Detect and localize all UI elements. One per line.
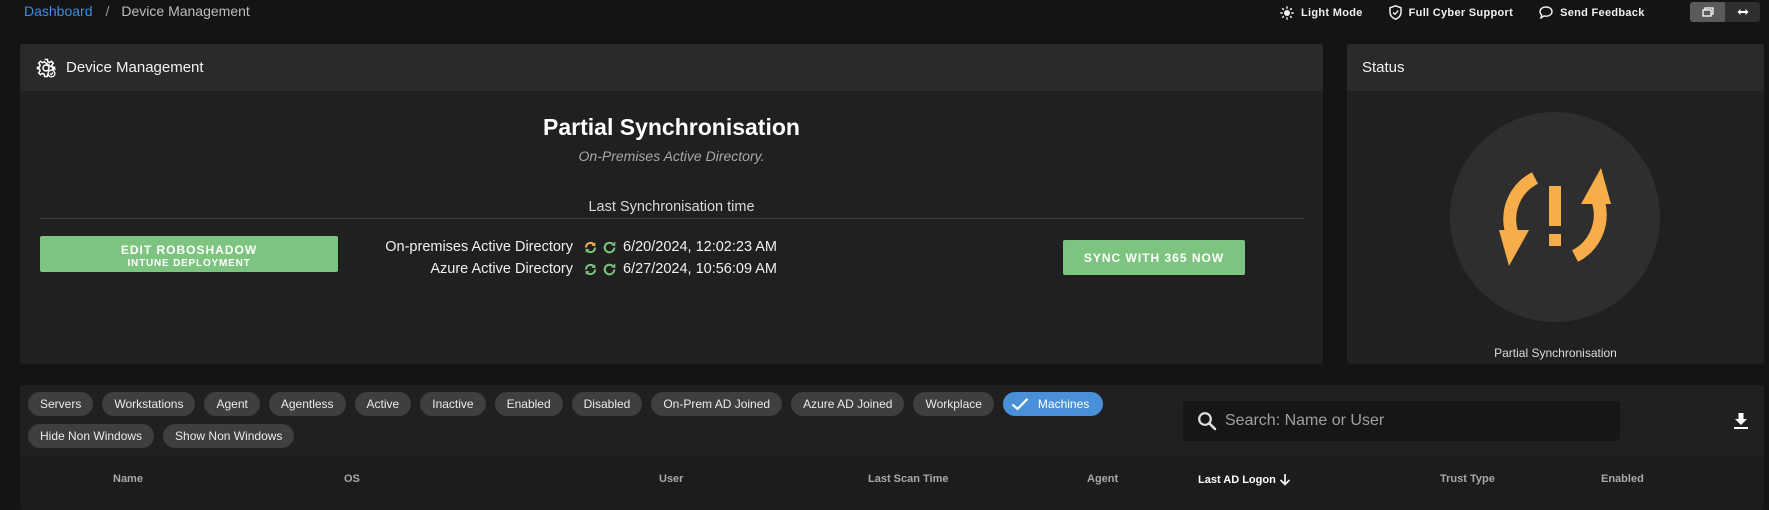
filter-chip-enabled[interactable]: Enabled [494, 392, 563, 416]
search-icon [1198, 412, 1217, 431]
breadcrumb-dashboard-link[interactable]: Dashboard [24, 3, 93, 19]
status-card: Status Partial Synchronisation [1347, 44, 1764, 364]
view-toggle [1690, 2, 1760, 22]
breadcrumb-current: Device Management [121, 3, 250, 19]
filter-chip-active[interactable]: Active [354, 392, 412, 416]
last-sync-label: Last Synchronisation time [588, 199, 755, 215]
column-header-user[interactable]: User [659, 473, 683, 485]
filter-chip-agentless[interactable]: Agentless [268, 392, 346, 416]
sync-rows: On-premises Active Directory 6/20/2024, … [380, 237, 940, 281]
device-management-header: Device Management [20, 44, 1323, 91]
sync-row-label: On-premises Active Directory [385, 239, 573, 255]
filter-row-1: Servers Workstations Agent Agentless Act… [28, 392, 1128, 416]
refresh-icon[interactable] [602, 240, 617, 255]
search-input[interactable] [1225, 412, 1605, 430]
sync-warning-icon [584, 241, 597, 254]
filter-chips: Servers Workstations Agent Agentless Act… [28, 392, 1128, 456]
column-header-enabled[interactable]: Enabled [1601, 473, 1644, 485]
shield-icon [1388, 5, 1402, 20]
device-list-panel: Servers Workstations Agent Agentless Act… [20, 385, 1764, 510]
chat-bubble-icon [1539, 6, 1553, 19]
sync-row-time: 6/20/2024, 12:02:23 AM [623, 239, 777, 255]
card-title: Device Management [66, 59, 204, 76]
sync-status-title: Partial Synchronisation [543, 114, 800, 140]
filter-chip-servers[interactable]: Servers [28, 392, 94, 416]
filter-chip-machines[interactable]: Machines [1002, 392, 1104, 416]
edit-roboshadow-button[interactable]: EDIT ROBOSHADOW INTUNE DEPLOYMENT [40, 236, 338, 272]
send-feedback-button[interactable]: Send Feedback [1539, 6, 1645, 19]
cyber-support-label: Full Cyber Support [1408, 6, 1514, 19]
send-feedback-label: Send Feedback [1560, 6, 1645, 19]
sync-warning-icon [1499, 168, 1611, 266]
filter-chip-hide-non-windows[interactable]: Hide Non Windows [28, 424, 155, 448]
filter-chip-disabled[interactable]: Disabled [571, 392, 643, 416]
sync-row-azure: Azure Active Directory 6/27/2024, 10:56:… [380, 259, 940, 281]
filter-chip-label: Machines [1037, 397, 1090, 411]
window-icon [1701, 7, 1714, 17]
sort-descending-icon [1279, 474, 1290, 486]
sync-row-onprem: On-premises Active Directory 6/20/2024, … [380, 237, 940, 259]
filter-chip-agent[interactable]: Agent [204, 392, 260, 416]
status-title: Status [1362, 59, 1405, 76]
sun-icon [1280, 5, 1294, 20]
filter-chip-workstations[interactable]: Workstations [102, 392, 196, 416]
light-mode-button[interactable]: Light Mode [1280, 5, 1363, 20]
divider [40, 218, 1304, 219]
top-bar: Dashboard / Device Management Light Mode [0, 0, 1769, 28]
sync-with-365-button[interactable]: SYNC WITH 365 NOW [1063, 240, 1245, 275]
sync-status-subtitle: On-Premises Active Directory. [578, 148, 765, 164]
edit-button-line1: EDIT ROBOSHADOW [120, 243, 258, 257]
download-icon[interactable] [1733, 412, 1749, 430]
filter-chip-inactive[interactable]: Inactive [420, 392, 486, 416]
column-header-last-ad-logon[interactable]: Last AD Logon [1198, 473, 1291, 486]
table-header: Name OS User Last Scan Time Agent Last A… [20, 457, 1764, 510]
sync-row-label: Azure Active Directory [430, 261, 573, 277]
column-header-label: Last AD Logon [1198, 473, 1276, 486]
breadcrumb: Dashboard / Device Management [24, 3, 250, 19]
light-mode-label: Light Mode [1301, 6, 1363, 19]
filter-chip-onprem-ad-joined[interactable]: On-Prem AD Joined [651, 392, 783, 416]
top-actions: Light Mode Full Cyber Support Send Feedb… [1280, 5, 1671, 20]
status-header: Status [1347, 44, 1764, 91]
column-header-last-scan-time[interactable]: Last Scan Time [868, 473, 949, 485]
status-caption: Partial Synchronisation [1494, 346, 1617, 360]
window-mode-button[interactable] [1690, 2, 1725, 22]
expand-width-button[interactable] [1725, 2, 1760, 22]
gear-settings-icon [36, 58, 56, 78]
search-box [1183, 401, 1620, 441]
sync-ok-icon [584, 263, 597, 276]
status-indicator [1450, 112, 1660, 322]
filter-chip-azure-ad-joined[interactable]: Azure AD Joined [791, 392, 905, 416]
device-management-card: Device Management Partial Synchronisatio… [20, 44, 1323, 364]
column-header-os[interactable]: OS [344, 473, 360, 485]
breadcrumb-separator: / [105, 3, 110, 19]
cyber-support-button[interactable]: Full Cyber Support [1388, 5, 1514, 20]
checkmark-icon [1011, 398, 1029, 411]
filter-chip-show-non-windows[interactable]: Show Non Windows [163, 424, 295, 448]
refresh-icon[interactable] [602, 262, 617, 277]
filter-chip-workplace[interactable]: Workplace [913, 392, 994, 416]
column-header-name[interactable]: Name [113, 473, 143, 485]
column-header-trust-type[interactable]: Trust Type [1440, 473, 1495, 485]
column-header-agent[interactable]: Agent [1087, 473, 1118, 485]
sync-row-time: 6/27/2024, 10:56:09 AM [623, 261, 777, 277]
edit-button-line2: INTUNE DEPLOYMENT [127, 258, 251, 269]
horizontal-arrows-icon [1737, 9, 1748, 15]
filter-row-2: Hide Non Windows Show Non Windows [28, 424, 1128, 448]
